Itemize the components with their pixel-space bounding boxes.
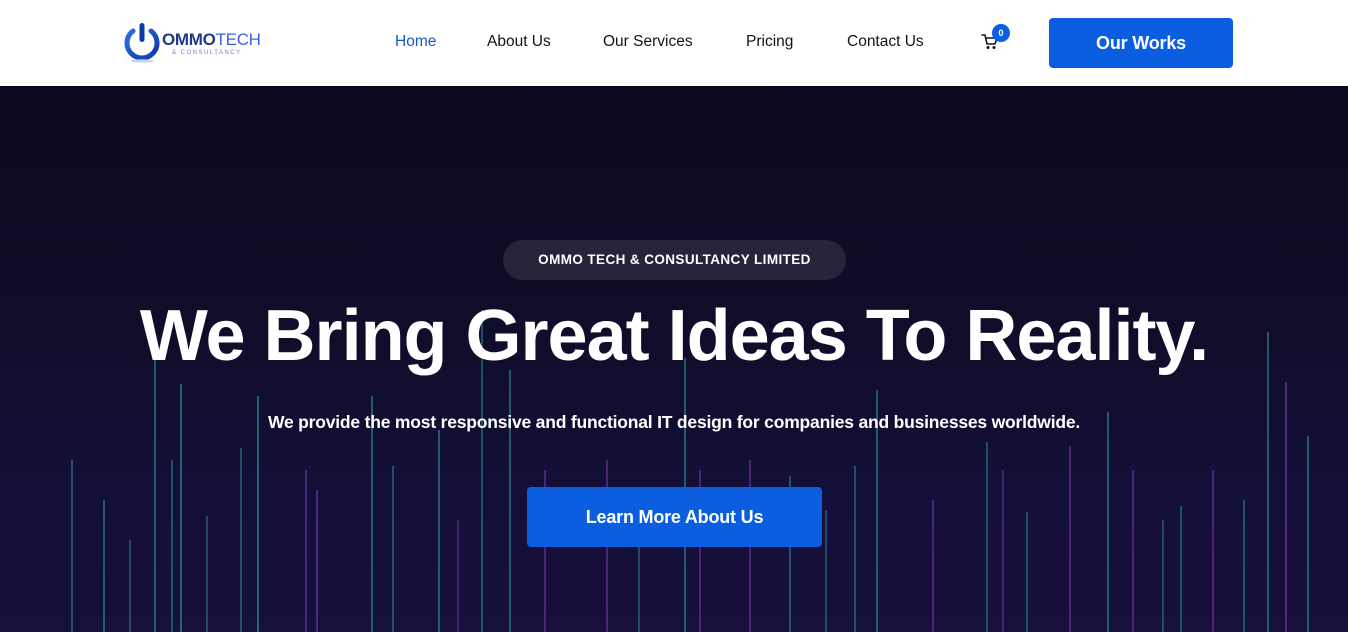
hero-subtitle: We provide the most responsive and funct… xyxy=(267,412,1081,432)
logo-word-primary: OMMO xyxy=(162,30,216,49)
learn-more-button[interactable]: Learn More About Us xyxy=(527,487,822,547)
hero-badge: OMMO TECH & CONSULTANCY LIMITED xyxy=(503,240,846,280)
logo-tagline: & CONSULTANCY xyxy=(172,50,242,56)
nav-home[interactable]: Home xyxy=(395,33,436,51)
hero-section: OMMO TECH & CONSULTANCY LIMITED We Bring… xyxy=(0,86,1348,632)
power-icon xyxy=(124,23,160,63)
nav-contact-us[interactable]: Contact Us xyxy=(847,33,924,51)
cart-count-badge: 0 xyxy=(992,24,1010,42)
logo[interactable]: OMMOTECH & CONSULTANCY xyxy=(122,22,267,66)
page: OMMOTECH & CONSULTANCY Home About Us Our… xyxy=(0,0,1348,632)
site-header: OMMOTECH & CONSULTANCY Home About Us Our… xyxy=(0,0,1348,86)
our-works-button[interactable]: Our Works xyxy=(1049,18,1233,68)
nav-about-us[interactable]: About Us xyxy=(487,33,551,51)
logo-word-secondary: TECH xyxy=(215,30,261,49)
hero-title: We Bring Great Ideas To Reality. xyxy=(139,296,1209,376)
nav-pricing[interactable]: Pricing xyxy=(746,33,793,51)
logo-wordmark: OMMOTECH xyxy=(162,31,261,49)
nav-our-services[interactable]: Our Services xyxy=(603,33,693,51)
